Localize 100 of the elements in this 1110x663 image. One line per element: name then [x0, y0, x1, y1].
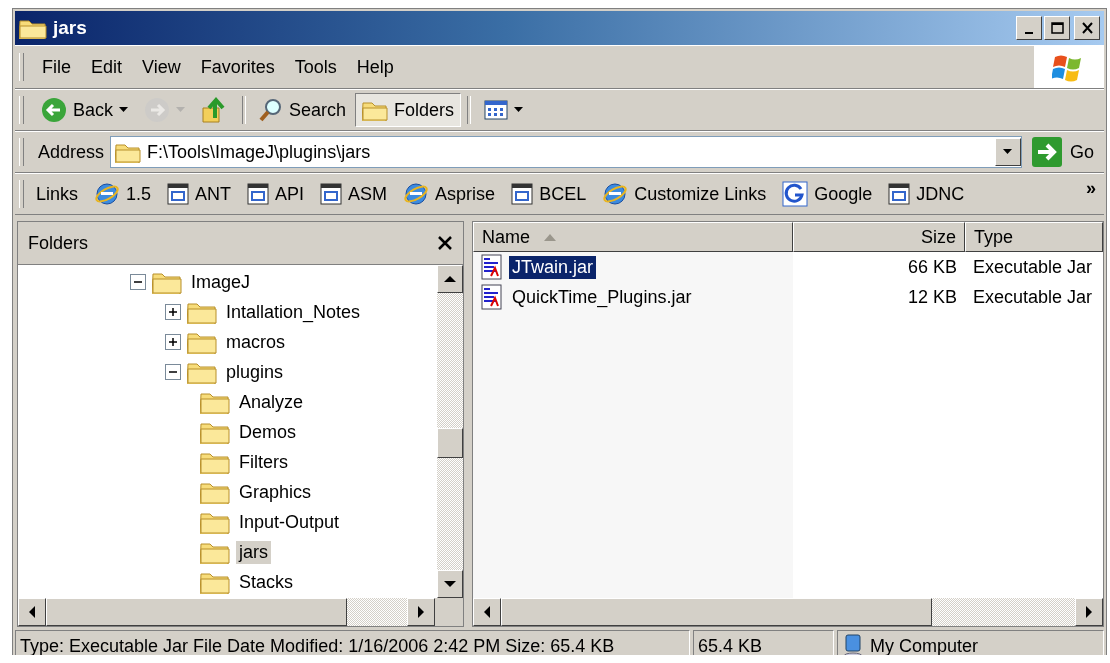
- web-page-icon: [320, 183, 343, 205]
- status-text: Type: Executable Jar File Date Modified: 1/16/2006 2:42 PM Size: 65.4 KB: [15, 630, 690, 655]
- minimize-icon: [1025, 31, 1033, 34]
- caret-icon: [514, 107, 524, 113]
- menu-item[interactable]: Edit: [81, 52, 133, 82]
- globe-icon: [602, 181, 629, 207]
- link[interactable]: Customize Links: [596, 179, 773, 209]
- tree-item[interactable]: ImageJ: [188, 270, 254, 294]
- folder-icon: [200, 540, 230, 564]
- left-arrow-icon[interactable]: [28, 606, 36, 618]
- column-header[interactable]: Name: [473, 222, 793, 252]
- link[interactable]: Google: [776, 179, 879, 209]
- caret-icon: [1003, 149, 1013, 155]
- search-icon: [259, 98, 284, 122]
- file-type: Executable Jar: [972, 255, 1094, 279]
- close-icon: [1079, 21, 1095, 35]
- tree-item[interactable]: jars: [236, 540, 271, 564]
- menu-item[interactable]: File: [32, 52, 81, 82]
- window-title: jars: [53, 17, 88, 39]
- globe-icon: [403, 181, 430, 207]
- zone-label: My Computer: [870, 636, 979, 655]
- folder-icon: [362, 99, 389, 121]
- tree-item[interactable]: Intallation_Notes: [223, 300, 364, 324]
- go-button[interactable]: Go: [1028, 137, 1098, 167]
- jar-file-icon: [481, 284, 503, 310]
- tree-item[interactable]: macros: [223, 330, 288, 354]
- web-page-icon: [511, 183, 534, 205]
- dropdown-button[interactable]: [995, 138, 1021, 166]
- address-field[interactable]: F:\Tools\ImageJ\plugins\jars: [110, 136, 1022, 168]
- tree-item[interactable]: Input-Output: [236, 510, 343, 534]
- file-name[interactable]: JTwain.jar: [509, 255, 597, 279]
- folder-icon: [200, 450, 230, 474]
- file-type: Executable Jar: [972, 285, 1094, 309]
- maximize-icon: [1049, 21, 1065, 35]
- pane-title: Folders: [28, 232, 89, 254]
- folder-icon: [200, 480, 230, 504]
- back-button[interactable]: Back: [34, 93, 136, 127]
- folder-icon: [200, 570, 230, 594]
- caret-icon: [119, 107, 129, 113]
- colored-arc-icon: [782, 181, 809, 207]
- tree-item[interactable]: Analyze: [236, 390, 307, 414]
- computer-icon: [842, 633, 864, 655]
- maximize-button[interactable]: [1044, 16, 1070, 40]
- link[interactable]: API: [241, 181, 311, 207]
- folder-icon: [115, 141, 142, 163]
- close-button[interactable]: [1074, 16, 1100, 40]
- link[interactable]: 1.5: [88, 179, 158, 209]
- file-size: 66 KB: [906, 255, 958, 279]
- down-arrow-icon[interactable]: [444, 580, 456, 588]
- folder-icon: [19, 17, 47, 39]
- expand-icon[interactable]: [165, 304, 181, 320]
- link[interactable]: BCEL: [505, 181, 593, 207]
- jar-file-icon: [481, 254, 503, 280]
- column-header[interactable]: Size: [793, 222, 965, 252]
- horizontal-scrollbar[interactable]: [18, 598, 435, 626]
- tree-item[interactable]: plugins: [223, 360, 287, 384]
- tree-item[interactable]: Demos: [236, 420, 299, 444]
- folder-icon: [200, 420, 230, 444]
- more-links-button[interactable]: »: [1086, 178, 1096, 199]
- right-arrow-icon[interactable]: [417, 606, 425, 618]
- collapse-icon[interactable]: [130, 274, 146, 290]
- address-label: Address: [38, 141, 105, 163]
- menu-item[interactable]: Tools: [284, 52, 347, 82]
- menu-item[interactable]: View: [132, 52, 191, 82]
- menu-item[interactable]: Help: [346, 52, 404, 82]
- folder-icon: [200, 510, 230, 534]
- link[interactable]: JDNC: [882, 181, 971, 207]
- search-button[interactable]: Search: [252, 93, 354, 127]
- folder-icon: [187, 300, 217, 324]
- menu-item[interactable]: Favorites: [190, 52, 285, 82]
- minimize-button[interactable]: [1016, 16, 1042, 40]
- tree-item[interactable]: Stacks: [236, 570, 297, 594]
- left-arrow-icon[interactable]: [483, 606, 491, 618]
- links-label: Links: [36, 183, 79, 205]
- right-arrow-icon[interactable]: [1085, 606, 1093, 618]
- folder-icon: [187, 330, 217, 354]
- caret-icon: [176, 107, 186, 113]
- folders-button[interactable]: Folders: [355, 93, 462, 127]
- close-icon[interactable]: [437, 235, 453, 251]
- tree-item[interactable]: Filters: [236, 450, 291, 474]
- folder-icon: [152, 270, 182, 294]
- expand-icon[interactable]: [165, 334, 181, 350]
- scroll-thumb[interactable]: [46, 598, 348, 626]
- collapse-icon[interactable]: [165, 364, 181, 380]
- column-header[interactable]: Type: [965, 222, 1103, 252]
- scroll-thumb[interactable]: [437, 427, 463, 458]
- web-page-icon: [247, 183, 270, 205]
- globe-icon: [94, 181, 121, 207]
- vertical-scrollbar[interactable]: [437, 265, 463, 598]
- file-name[interactable]: QuickTime_Plugins.jar: [509, 285, 695, 309]
- link[interactable]: Asprise: [397, 179, 502, 209]
- scroll-thumb[interactable]: [501, 598, 932, 626]
- up-arrow-icon[interactable]: [444, 275, 456, 283]
- views-grid-icon: [484, 100, 509, 120]
- horizontal-scrollbar[interactable]: [473, 598, 1103, 626]
- folder-icon: [187, 360, 217, 384]
- link[interactable]: ASM: [314, 181, 394, 207]
- web-page-icon: [167, 183, 190, 205]
- tree-item[interactable]: Graphics: [236, 480, 315, 504]
- link[interactable]: ANT: [161, 181, 238, 207]
